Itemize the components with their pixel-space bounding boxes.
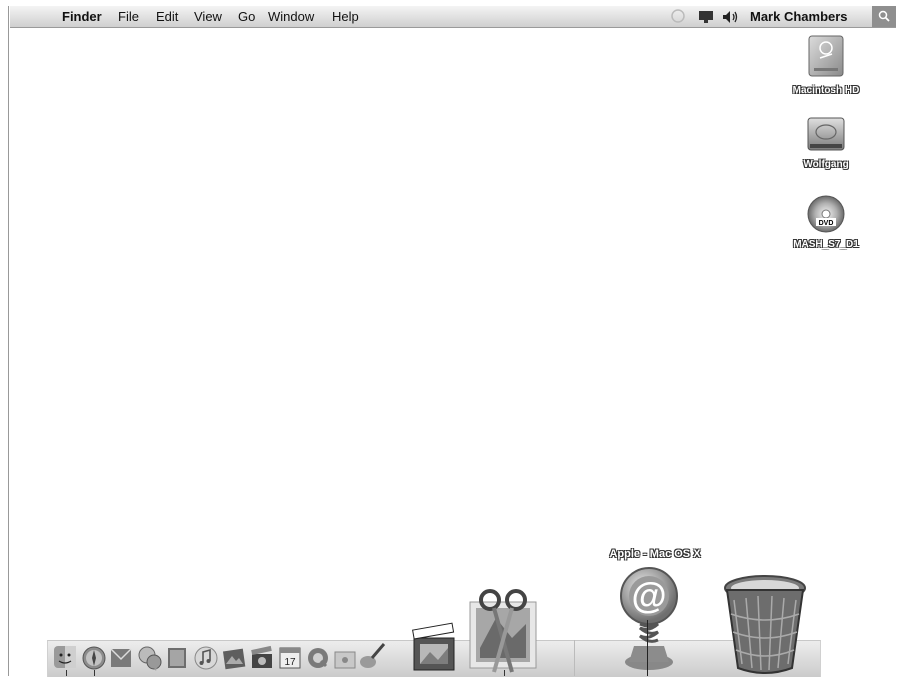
desktop-icon-wolfgang[interactable]: Wolfgang — [780, 114, 872, 172]
imovie-hd-icon[interactable] — [408, 622, 460, 674]
garageband-icon[interactable] — [356, 640, 388, 672]
iphoto-icon[interactable] — [220, 644, 248, 672]
menu-bar: Finder File Edit View Go Window Help Mar… — [10, 6, 896, 28]
menu-file[interactable]: File — [118, 9, 139, 24]
user-name-menu[interactable]: Mark Chambers — [750, 9, 848, 24]
hard-disk-icon — [807, 117, 845, 151]
trash-icon[interactable] — [722, 574, 808, 676]
svg-text:@: @ — [631, 575, 666, 616]
ical-date-label: 17 — [284, 657, 296, 668]
callout-tick — [66, 670, 67, 676]
hard-disk-icon — [808, 35, 844, 77]
ichat-icon[interactable] — [136, 644, 164, 672]
sync-status-icon[interactable] — [670, 8, 686, 27]
dvd-icon: DVD — [807, 195, 845, 233]
quicktime-icon[interactable] — [304, 644, 332, 672]
window-edge — [8, 6, 9, 676]
menu-window[interactable]: Window — [268, 9, 314, 24]
menu-edit[interactable]: Edit — [156, 9, 178, 24]
desktop-icon-dvd[interactable]: DVD MASH_S7_D1 — [780, 194, 872, 252]
iwork-scissors-icon[interactable] — [462, 588, 544, 674]
callout-line — [647, 620, 648, 676]
menu-help[interactable]: Help — [332, 9, 359, 24]
ical-icon[interactable]: 17 — [276, 644, 304, 672]
callout-tick — [504, 670, 505, 676]
internet-location-icon[interactable]: @ — [604, 566, 694, 676]
desktop-icon-macintosh-hd[interactable]: Macintosh HD — [780, 34, 872, 98]
svg-text:DVD: DVD — [819, 220, 834, 227]
safari-icon[interactable] — [80, 644, 108, 672]
desktop-icon-label: Wolfgang — [803, 159, 849, 170]
address-book-icon[interactable] — [164, 644, 190, 672]
menu-go[interactable]: Go — [238, 9, 255, 24]
iweb-icon[interactable] — [332, 648, 358, 672]
callout-tick — [94, 670, 95, 676]
imovie-icon[interactable] — [248, 644, 276, 672]
menu-view[interactable]: View — [194, 9, 222, 24]
dock-separator — [574, 640, 575, 676]
volume-icon[interactable] — [722, 10, 740, 27]
mail-icon[interactable] — [108, 644, 134, 672]
desktop-icon-label: Macintosh HD — [792, 85, 860, 96]
menu-finder[interactable]: Finder — [62, 9, 102, 24]
dock-tooltip: Apple - Mac OS X — [609, 548, 701, 560]
desktop-icon-label: MASH_S7_D1 — [793, 239, 859, 250]
spotlight-icon[interactable] — [872, 6, 896, 27]
finder-icon[interactable] — [52, 644, 78, 672]
itunes-icon[interactable] — [192, 644, 220, 672]
display-icon[interactable] — [698, 10, 714, 27]
